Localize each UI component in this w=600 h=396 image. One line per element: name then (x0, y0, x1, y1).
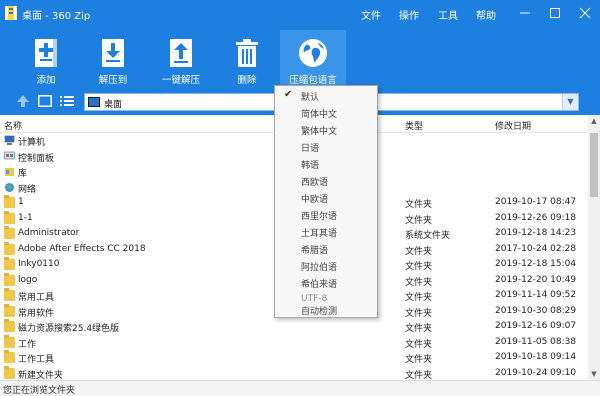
folder-icon (4, 288, 15, 301)
extract-to-button[interactable]: 解压到 (86, 30, 140, 87)
folder-icon (4, 226, 15, 239)
folder-icon (4, 334, 15, 348)
window-title: 桌面 - 360 Zip (22, 11, 91, 22)
menu-item-traditional-chinese[interactable]: 繁体中文 (275, 121, 377, 138)
desktop-icon (88, 97, 100, 107)
menu-help[interactable]: 帮助 (476, 7, 496, 22)
chevron-down-icon[interactable]: ▼ (562, 94, 578, 110)
archive-language-button[interactable]: 压缩包语言 (280, 30, 346, 87)
menu-item-central-european[interactable]: 中欧语 (275, 189, 377, 206)
list-view-icon[interactable] (60, 95, 74, 107)
archive-language-label: 压缩包语言 (289, 75, 337, 86)
menu-item-korean[interactable]: 韩语 (275, 155, 377, 172)
scroll-up-icon[interactable]: ▲ (588, 115, 600, 127)
menu-item-japanese[interactable]: 日语 (275, 138, 377, 155)
language-menu: ✔ 默认 简体中文 繁体中文 日语 韩语 西欧语 中欧语 西里尔语 土耳其语 希… (274, 85, 378, 318)
add-label: 添加 (36, 75, 56, 86)
folder-icon (4, 210, 15, 224)
extract-to-icon (102, 39, 124, 67)
list-item[interactable]: 新建文件夹 文件夹 2019-10-24 09:10 (0, 365, 588, 379)
minimize-icon (520, 12, 530, 14)
menu-item-auto-detect[interactable]: 自动检测 (275, 301, 377, 318)
control-panel-icon (4, 151, 15, 159)
globe-icon (299, 39, 327, 67)
status-text: 您正在浏览文件夹 (3, 386, 76, 396)
maximize-icon (550, 8, 560, 18)
one-click-extract-icon (170, 39, 192, 67)
folder-icon (4, 272, 15, 286)
network-icon (5, 182, 14, 192)
folder-icon (4, 303, 15, 317)
menu-item-default[interactable]: ✔ 默认 (275, 87, 377, 104)
column-name[interactable]: 名称 (4, 119, 22, 132)
list-item[interactable]: 工作工具 文件夹 2019-10-18 09:14 (0, 350, 588, 366)
column-type[interactable]: 类型 (405, 119, 423, 132)
maximize-button[interactable] (542, 0, 568, 26)
menu-item-western-european[interactable]: 西欧语 (275, 172, 377, 189)
folder-icon (4, 257, 15, 270)
menu-item-simplified-chinese[interactable]: 简体中文 (275, 104, 377, 121)
trash-icon (236, 39, 258, 67)
menu-file[interactable]: 文件 (361, 7, 381, 22)
add-archive-icon (35, 39, 57, 67)
computer-icon (4, 135, 15, 145)
extract-to-label: 解压到 (98, 75, 128, 86)
status-bar: 您正在浏览文件夹 (0, 380, 600, 396)
folder-icon (4, 319, 15, 332)
minimize-button[interactable] (512, 0, 538, 26)
close-button[interactable] (572, 0, 598, 26)
library-icon (5, 168, 14, 176)
title-bar: 桌面 - 360 Zip 文件 操作 工具 帮助 (0, 0, 600, 26)
vertical-scrollbar[interactable]: ▲ ▼ (588, 115, 600, 380)
folder-icon (4, 195, 15, 208)
menu-item-cyrillic[interactable]: 西里尔语 (275, 206, 377, 223)
add-button[interactable]: 添加 (20, 30, 72, 87)
folder-icon (4, 241, 15, 255)
menu-item-arabic[interactable]: 阿拉伯语 (275, 257, 377, 274)
list-item[interactable]: 磁力资源搜索25.4绿色版 文件夹 2019-12-16 09:07 (0, 319, 588, 335)
folder-icon (4, 365, 15, 379)
menu-tools[interactable]: 工具 (438, 7, 458, 22)
thumbnail-view-icon[interactable] (38, 95, 52, 107)
menu-item-greek[interactable]: 希腊语 (275, 240, 377, 257)
scroll-down-icon[interactable]: ▼ (588, 368, 600, 380)
list-item[interactable]: 工作 文件夹 2019-11-05 08:38 (0, 334, 588, 351)
one-click-extract-button[interactable]: 一键解压 (152, 30, 210, 87)
close-icon (579, 7, 591, 19)
scroll-thumb[interactable] (590, 133, 598, 197)
address-path: 桌面 (104, 100, 123, 110)
delete-label: 删除 (237, 75, 257, 86)
delete-button[interactable]: 删除 (222, 30, 272, 87)
up-arrow-icon[interactable] (16, 94, 30, 108)
one-click-extract-label: 一键解压 (161, 75, 200, 86)
folder-icon (4, 350, 15, 363)
column-modified[interactable]: 修改日期 (495, 119, 531, 132)
app-icon (5, 6, 17, 20)
menu-item-hebrew[interactable]: 希伯来语 (275, 274, 377, 291)
check-icon: ✔ (284, 89, 293, 100)
menu-action[interactable]: 操作 (399, 7, 419, 22)
menu-item-turkish[interactable]: 土耳其语 (275, 223, 377, 240)
